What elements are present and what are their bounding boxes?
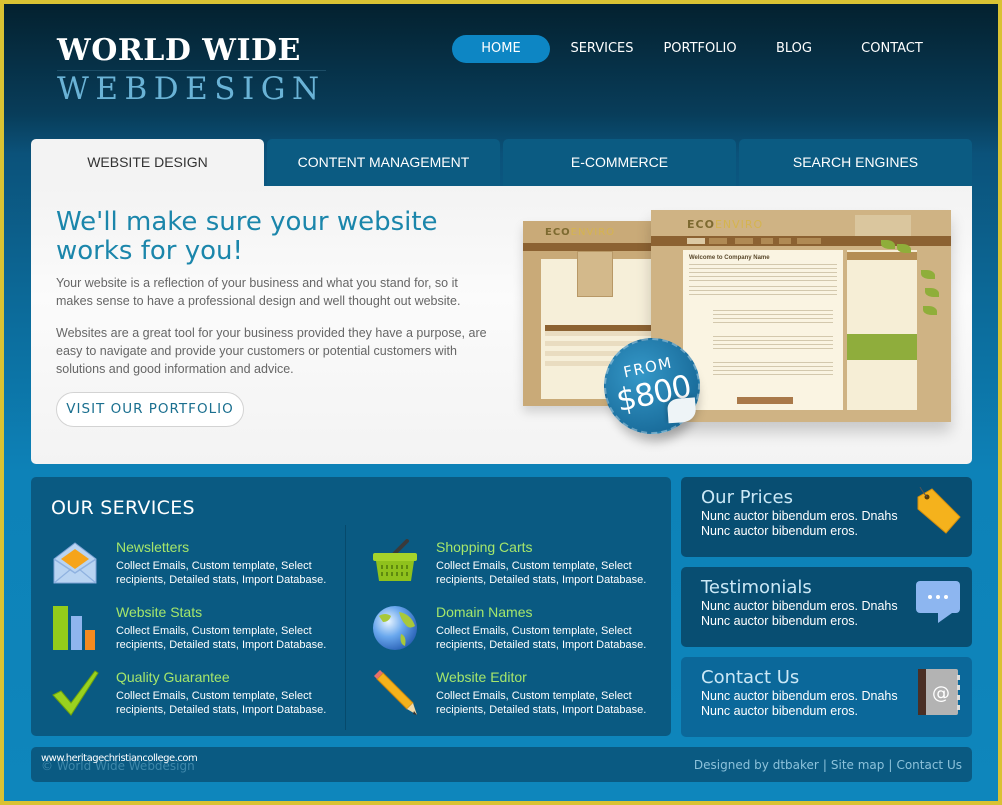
service-name[interactable]: Shopping Carts — [436, 539, 533, 555]
svg-text:@: @ — [932, 683, 950, 704]
service-description: Collect Emails, Custom template, Select … — [436, 560, 647, 586]
nav-services[interactable]: SERVICES — [560, 35, 644, 63]
service-description: Collect Emails, Custom template, Select … — [436, 690, 647, 716]
price-tag-icon — [917, 487, 961, 534]
page-frame: WORLD WIDE WEBDESIGN HOME SERVICES PORTF… — [4, 4, 998, 801]
service-description: Collect Emails, Custom template, Select … — [116, 560, 327, 586]
footer: © World Wide Webdesign www.heritagechris… — [31, 747, 972, 782]
hero-paragraph-2: Websites are a great tool for your busin… — [56, 326, 487, 376]
mockup-nav-item — [687, 238, 705, 244]
mockup-nav-item — [797, 238, 821, 244]
mockup-heading: Welcome to Company Name — [689, 255, 770, 261]
side-box-title[interactable]: Testimonials — [701, 577, 812, 598]
footer-link-designer[interactable]: Designed by dtbaker — [694, 758, 819, 772]
mockup-phone-box — [855, 215, 911, 237]
side-box-title[interactable]: Contact Us — [701, 667, 799, 688]
footer-watermark: www.heritagechristiancollege.com — [41, 753, 198, 764]
feature-tabs: WEBSITE DESIGN CONTENT MANAGEMENT E-COMM… — [31, 139, 972, 187]
mockup-nav-item — [761, 238, 773, 244]
globe-icon — [373, 606, 417, 650]
mockup-sidebar-header — [847, 252, 917, 260]
visit-portfolio-button[interactable]: VISIT OUR PORTFOLIO — [56, 392, 244, 427]
side-box-prices[interactable]: Our Prices Nunc auctor bibendum eros. Dn… — [681, 477, 972, 557]
envelope-icon — [53, 542, 97, 584]
logo-line-1: WORLD WIDE — [57, 33, 301, 68]
side-box-testimonials[interactable]: Testimonials Nunc auctor bibendum eros. … — [681, 567, 972, 647]
tab-e-commerce[interactable]: E-COMMERCE — [503, 139, 736, 187]
mockup-text-lines — [713, 310, 833, 326]
service-item: Domain Names Collect Emails, Custom temp… — [371, 604, 671, 664]
service-name[interactable]: Newsletters — [116, 539, 189, 555]
logo-line-2: WEBDESIGN — [57, 70, 326, 107]
leaf-decoration — [925, 288, 939, 297]
service-description: Collect Emails, Custom template, Select … — [436, 625, 647, 651]
mockup-logo-back: ECOENVIRO — [545, 227, 616, 238]
nav-portfolio[interactable]: PORTFOLIO — [654, 35, 746, 63]
tab-search-engines[interactable]: SEARCH ENGINES — [739, 139, 972, 187]
site-logo[interactable]: WORLD WIDE WEBDESIGN — [57, 34, 326, 107]
address-book-icon: @ — [918, 669, 960, 715]
services-title: OUR SERVICES — [51, 497, 195, 519]
hero-paragraph-1: Your website is a reflection of your bus… — [56, 276, 461, 308]
leaf-decoration — [881, 240, 895, 249]
services-panel: OUR SERVICES Newsletters Collect Emails,… — [31, 477, 671, 736]
service-item: Quality Guarantee Collect Emails, Custom… — [51, 669, 351, 729]
mockup-sidebar — [847, 250, 917, 410]
shopping-basket-icon — [373, 539, 417, 581]
speech-bubble-icon — [916, 581, 960, 623]
service-name[interactable]: Domain Names — [436, 604, 532, 620]
footer-link-contact[interactable]: Contact Us — [896, 758, 962, 772]
leaf-decoration — [897, 244, 911, 253]
separator: | — [822, 758, 827, 772]
side-box-text: Nunc auctor bibendum eros. Dnahs Nunc au… — [701, 599, 898, 628]
leaf-decoration — [923, 306, 937, 315]
nav-home[interactable]: HOME — [452, 35, 550, 63]
mockup-nav-item — [709, 238, 727, 244]
footer-link-sitemap[interactable]: Site map — [831, 758, 885, 772]
service-item: Website Stats Collect Emails, Custom tem… — [51, 604, 351, 664]
tab-content-management[interactable]: CONTENT MANAGEMENT — [267, 139, 500, 187]
service-name[interactable]: Website Stats — [116, 604, 202, 620]
side-box-contact[interactable]: Contact Us Nunc auctor bibendum eros. Dn… — [681, 657, 972, 737]
service-description: Collect Emails, Custom template, Select … — [116, 690, 327, 716]
separator: | — [888, 758, 893, 772]
service-name[interactable]: Website Editor — [436, 669, 527, 685]
mockup-quote-box — [847, 334, 917, 360]
bar-chart-icon — [53, 606, 95, 650]
nav-blog[interactable]: BLOG — [766, 35, 822, 63]
service-item: Website Editor Collect Emails, Custom te… — [371, 669, 671, 729]
mockup-nav-back — [523, 243, 653, 251]
side-box-title[interactable]: Our Prices — [701, 487, 793, 508]
nav-contact[interactable]: CONTACT — [850, 35, 934, 63]
mockup-text-lines — [689, 264, 837, 282]
hero-title: We'll make sure your website works for y… — [56, 207, 438, 266]
checkmark-icon — [52, 670, 99, 716]
mockup-text-lines — [689, 286, 837, 296]
leaf-decoration — [921, 270, 935, 279]
mockup-logo-front: ECOENVIRO — [687, 218, 764, 231]
tab-website-design[interactable]: WEBSITE DESIGN — [31, 139, 264, 187]
mockup-dropdown-back — [577, 251, 613, 297]
mockup-text-lines — [713, 336, 833, 352]
mockup-button — [737, 397, 793, 404]
footer-links: Designed by dtbaker | Site map | Contact Us — [694, 758, 962, 772]
mockup-nav-item — [779, 238, 791, 244]
service-name[interactable]: Quality Guarantee — [116, 669, 230, 685]
pencil-icon — [374, 670, 417, 715]
service-item: Shopping Carts Collect Emails, Custom te… — [371, 539, 671, 599]
mockup-nav-item — [735, 238, 753, 244]
side-box-text: Nunc auctor bibendum eros. Dnahs Nunc au… — [701, 689, 898, 718]
side-box-text: Nunc auctor bibendum eros. Dnahs Nunc au… — [701, 509, 898, 538]
service-description: Collect Emails, Custom template, Select … — [116, 625, 327, 651]
service-item: Newsletters Collect Emails, Custom templ… — [51, 539, 351, 599]
mockup-text-lines — [713, 362, 833, 378]
hero-panel: We'll make sure your website works for y… — [31, 186, 972, 464]
